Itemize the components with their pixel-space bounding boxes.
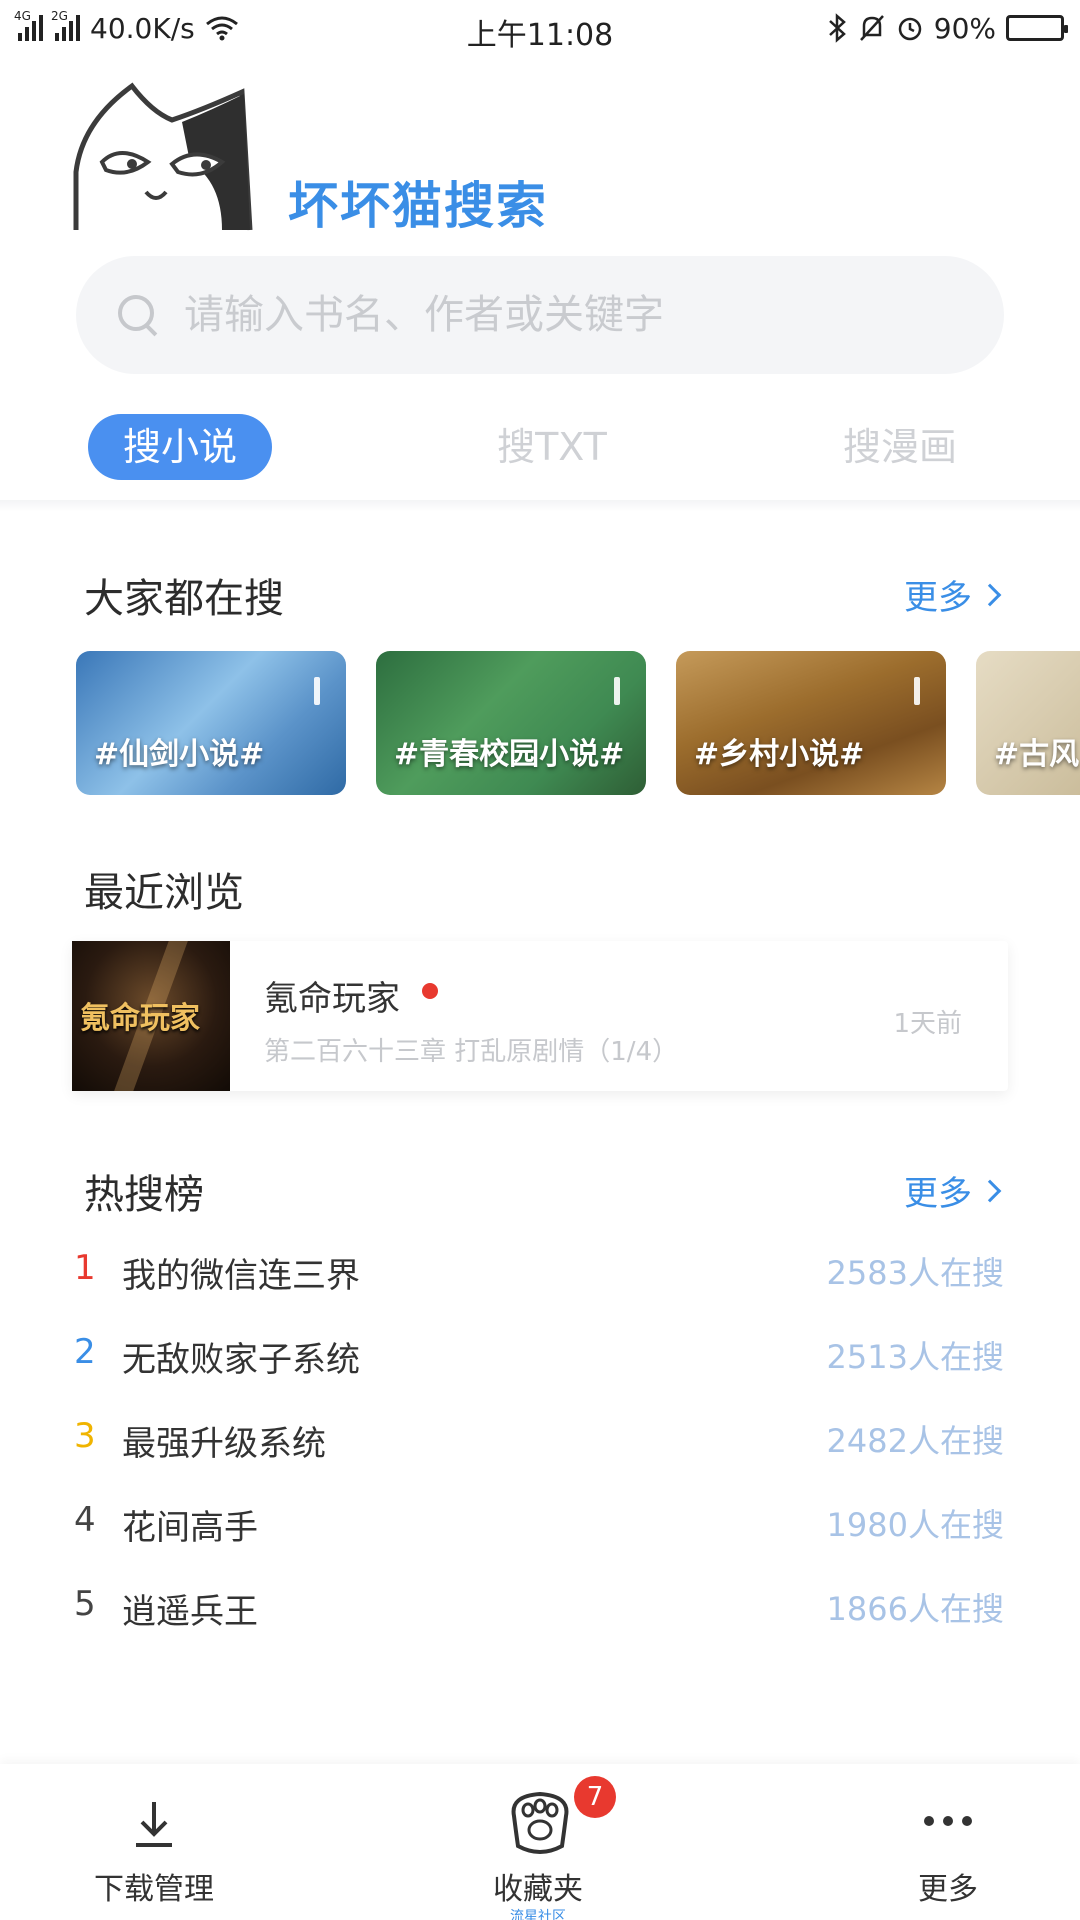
nav-favorites[interactable]: 收藏夹 流星社区 — [428, 1764, 648, 1920]
hot-name: 最强升级系统 — [122, 1424, 326, 1464]
topic-card-label: #青春校园小说# — [394, 737, 625, 772]
status-left: 4G 2G 40.0K/s — [14, 9, 239, 45]
battery-icon — [1006, 15, 1068, 41]
topic-card-village[interactable]: #乡村小说# — [676, 651, 946, 795]
nav-more[interactable]: 更多 — [838, 1764, 1058, 1920]
trending-title: 大家都在搜 — [84, 576, 284, 622]
network-type-label: 2G — [51, 9, 68, 23]
brand-title: 坏坏猫搜索 — [288, 177, 548, 235]
favorites-badge: 7 — [574, 1776, 616, 1818]
hot-rank: 2 — [74, 1332, 96, 1372]
nav-download[interactable]: 下载管理 — [44, 1764, 264, 1920]
battery-percent: 90% — [933, 11, 996, 45]
book-cover: 氪命玩家 — [72, 941, 230, 1091]
hot-rank: 1 — [74, 1248, 96, 1288]
hot-list-item[interactable]: 2 无敌败家子系统 2513人在搜 — [74, 1332, 1004, 1382]
more-label: 更多 — [904, 1174, 972, 1214]
nav-more-label: 更多 — [918, 1872, 978, 1907]
nav-favorites-sublabel: 流星社区 — [510, 1909, 566, 1920]
nav-favorites-label: 收藏夹 — [493, 1872, 583, 1907]
alarm-icon — [898, 17, 922, 41]
status-right: 90% — [826, 11, 1068, 45]
tab-novel[interactable]: 搜小说 — [88, 414, 272, 480]
hot-count: 2482人在搜 — [826, 1422, 1004, 1460]
topic-card-label: #古风 — [994, 737, 1080, 772]
network-speed: 40.0K/s — [90, 11, 195, 45]
book-cover-title: 氪命玩家 — [80, 1001, 200, 1036]
hot-rank: 4 — [74, 1500, 96, 1540]
status-bar: 4G 2G 40.0K/s 上午11:08 90% — [0, 0, 1080, 56]
card-marker — [314, 677, 320, 705]
hot-count: 2513人在搜 — [826, 1338, 1004, 1376]
hot-title: 热搜榜 — [84, 1172, 204, 1218]
unread-dot — [422, 983, 438, 999]
hot-name: 花间高手 — [122, 1508, 258, 1548]
more-dots-icon — [924, 1816, 972, 1828]
last-read-time: 1天前 — [893, 1009, 962, 1039]
paw-icon — [511, 1791, 569, 1854]
hot-count: 1980人在搜 — [826, 1506, 1004, 1544]
download-icon — [136, 1802, 172, 1847]
hot-more-link[interactable]: 更多 — [904, 1166, 1002, 1215]
topic-card-campus[interactable]: #青春校园小说# — [376, 651, 646, 795]
topic-card-xianjian[interactable]: #仙剑小说# — [76, 651, 346, 795]
chevron-right-icon — [978, 1179, 1002, 1202]
hot-list-item[interactable]: 4 花间高手 1980人在搜 — [74, 1500, 1004, 1550]
hot-name: 无敌败家子系统 — [122, 1340, 360, 1380]
hot-list-item[interactable]: 5 逍遥兵王 1866人在搜 — [74, 1584, 1004, 1634]
hot-rank: 3 — [74, 1416, 96, 1456]
network-type-label: 4G — [14, 9, 31, 23]
topic-card-label: #仙剑小说# — [94, 737, 265, 772]
bluetooth-icon — [828, 13, 846, 43]
search-bar[interactable] — [76, 256, 1004, 374]
tab-comic[interactable]: 搜漫画 — [800, 414, 1000, 480]
hot-name: 逍遥兵王 — [122, 1592, 258, 1632]
trending-cards: #仙剑小说# #青春校园小说# #乡村小说# #古风 — [0, 651, 1080, 795]
nav-download-label: 下载管理 — [94, 1872, 214, 1907]
recent-book-item[interactable]: 氪命玩家 氪命玩家 第二百六十三章 打乱原剧情（1/4） 1天前 — [72, 941, 1008, 1091]
card-marker — [914, 677, 920, 705]
book-title: 氪命玩家 — [264, 979, 400, 1019]
search-input[interactable] — [184, 292, 944, 338]
topic-card-label: #乡村小说# — [694, 737, 865, 772]
topic-card-gufeng[interactable]: #古风 — [976, 651, 1080, 795]
tab-txt[interactable]: 搜TXT — [452, 414, 652, 480]
signal-2g-icon: 2G — [51, 9, 80, 41]
hot-count: 1866人在搜 — [826, 1590, 1004, 1628]
search-type-tabs: 搜小说 搜TXT 搜漫画 — [0, 414, 1080, 480]
hot-rank: 5 — [74, 1584, 96, 1624]
more-label: 更多 — [904, 578, 972, 618]
chevron-right-icon — [978, 583, 1002, 606]
hot-name: 我的微信连三界 — [122, 1256, 360, 1296]
signal-4g-icon: 4G — [14, 9, 43, 41]
bottom-nav: 下载管理 收藏夹 流星社区 更多 — [0, 1764, 1080, 1920]
hot-list-item[interactable]: 1 我的微信连三界 2583人在搜 — [74, 1248, 1004, 1298]
book-chapter: 第二百六十三章 打乱原剧情（1/4） — [264, 1037, 679, 1067]
hot-count: 2583人在搜 — [826, 1254, 1004, 1292]
card-marker — [614, 677, 620, 705]
search-icon — [116, 293, 160, 337]
hot-list-item[interactable]: 3 最强升级系统 2482人在搜 — [74, 1416, 1004, 1466]
section-divider — [0, 500, 1080, 512]
recent-title: 最近浏览 — [84, 870, 244, 916]
bell-muted-icon — [859, 15, 884, 41]
wifi-icon — [205, 16, 238, 41]
trending-more-link[interactable]: 更多 — [904, 570, 1002, 619]
cat-logo-icon — [73, 82, 253, 231]
